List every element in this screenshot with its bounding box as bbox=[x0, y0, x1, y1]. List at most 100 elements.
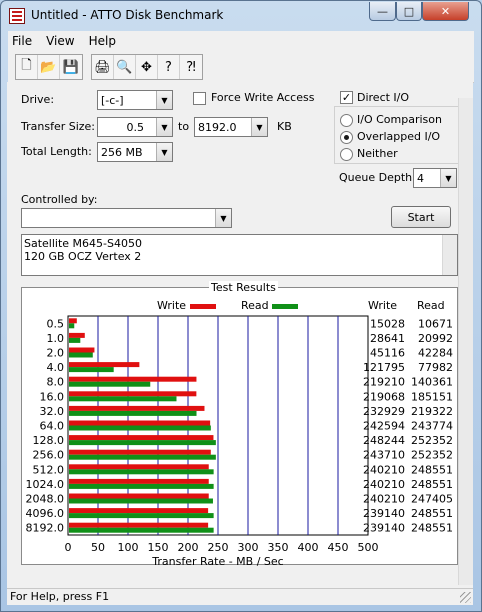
radio-overlapped-io[interactable] bbox=[340, 131, 353, 144]
write-value: 240210 bbox=[363, 493, 405, 506]
read-bar bbox=[69, 425, 211, 431]
print-preview-icon[interactable]: 🔍 bbox=[114, 55, 136, 79]
description-textarea[interactable]: Satellite M645-S4050 120 GB OCZ Vertex 2 bbox=[21, 234, 458, 276]
read-bar bbox=[69, 469, 214, 475]
x-tick-label: 300 bbox=[238, 541, 259, 554]
start-button[interactable]: Start bbox=[391, 206, 451, 228]
write-value: 219068 bbox=[363, 390, 405, 403]
description-line-1: Satellite M645-S4050 bbox=[24, 237, 142, 250]
drive-value: [-c-] bbox=[101, 93, 124, 107]
menu-file[interactable]: File bbox=[12, 34, 32, 48]
x-tick-label: 150 bbox=[148, 541, 169, 554]
atto-app-icon[interactable] bbox=[9, 8, 25, 24]
x-axis-title: Transfer Rate - MB / Sec bbox=[151, 555, 283, 566]
menu-bar: File View Help bbox=[8, 31, 474, 51]
total-length-label: Total Length: bbox=[21, 145, 92, 158]
read-value: 77982 bbox=[418, 361, 453, 374]
read-value: 243774 bbox=[411, 420, 453, 433]
new-file-icon[interactable]: 🗋 bbox=[16, 55, 38, 79]
read-value: 252352 bbox=[411, 449, 453, 462]
close-button[interactable]: ✕ bbox=[422, 2, 469, 21]
minimize-button[interactable]: — bbox=[369, 2, 396, 21]
window-title: Untitled - ATTO Disk Benchmark bbox=[31, 8, 224, 22]
menu-help[interactable]: Help bbox=[89, 34, 116, 48]
status-text: For Help, press F1 bbox=[10, 590, 110, 603]
write-bar bbox=[69, 318, 77, 324]
category-label: 2.0 bbox=[47, 347, 65, 360]
read-value: 248551 bbox=[411, 522, 453, 535]
chevron-down-icon[interactable]: ▼ bbox=[156, 143, 172, 161]
write-bar bbox=[69, 362, 140, 368]
drive-select[interactable]: [-c-] ▼ bbox=[97, 90, 173, 110]
save-icon[interactable]: 💾 bbox=[60, 55, 82, 79]
read-bar bbox=[69, 381, 151, 387]
x-tick-label: 0 bbox=[65, 541, 72, 554]
category-label: 4.0 bbox=[47, 361, 65, 374]
move-icon[interactable]: ✥ bbox=[136, 55, 158, 79]
print-icon[interactable]: 🖨 bbox=[92, 55, 114, 79]
write-bar bbox=[69, 478, 209, 484]
resize-grip[interactable] bbox=[460, 592, 471, 603]
context-help-icon[interactable]: ⁈ bbox=[180, 55, 202, 79]
write-value: 232929 bbox=[363, 405, 405, 418]
maximize-button[interactable]: □ bbox=[396, 2, 422, 21]
read-value: 252352 bbox=[411, 434, 453, 447]
read-bar bbox=[69, 483, 214, 489]
radio-neither[interactable] bbox=[340, 148, 353, 161]
chevron-down-icon[interactable]: ▼ bbox=[251, 118, 267, 136]
queue-depth-value: 4 bbox=[417, 171, 424, 185]
open-folder-icon[interactable]: 📂 bbox=[38, 55, 60, 79]
read-value: 185151 bbox=[411, 390, 453, 403]
transfer-to-value: 8192.0 bbox=[198, 120, 237, 134]
transfer-to-label: to bbox=[178, 120, 190, 133]
chevron-down-icon[interactable]: ▼ bbox=[156, 91, 172, 109]
x-tick-label: 50 bbox=[91, 541, 105, 554]
write-bar bbox=[69, 435, 214, 441]
transfer-size-from-select[interactable]: 0.5 ▼ bbox=[97, 117, 173, 137]
read-value: 248551 bbox=[411, 507, 453, 520]
controlled-by-label: Controlled by: bbox=[21, 193, 98, 206]
read-bar bbox=[69, 352, 93, 358]
chevron-down-icon[interactable]: ▼ bbox=[215, 209, 231, 227]
menu-view[interactable]: View bbox=[46, 34, 74, 48]
category-label: 128.0 bbox=[33, 434, 65, 447]
write-value: 15028 bbox=[370, 317, 405, 330]
toolbar-file-group: 🗋 📂 💾 bbox=[15, 54, 83, 80]
chevron-down-icon[interactable]: ▼ bbox=[440, 169, 456, 187]
read-bar bbox=[69, 367, 114, 373]
read-bar bbox=[69, 323, 75, 329]
drive-label: Drive: bbox=[21, 93, 55, 106]
read-value: 219322 bbox=[411, 405, 453, 418]
overlapped-io-label: Overlapped I/O bbox=[357, 130, 441, 143]
transfer-unit-label: KB bbox=[277, 120, 292, 133]
chevron-down-icon[interactable]: ▼ bbox=[156, 118, 172, 136]
write-bar bbox=[69, 522, 209, 528]
direct-io-label: Direct I/O bbox=[357, 91, 410, 104]
main-scrollbar[interactable] bbox=[458, 98, 473, 585]
force-write-checkbox[interactable] bbox=[193, 92, 206, 105]
x-tick-label: 100 bbox=[118, 541, 139, 554]
x-tick-label: 500 bbox=[358, 541, 379, 554]
read-value: 248551 bbox=[411, 463, 453, 476]
help-icon[interactable]: ? bbox=[158, 55, 180, 79]
total-length-value: 256 MB bbox=[101, 145, 143, 159]
radio-io-comparison[interactable] bbox=[340, 114, 353, 127]
write-bar bbox=[69, 464, 209, 470]
category-label: 1024.0 bbox=[26, 478, 65, 491]
category-label: 1.0 bbox=[47, 332, 65, 345]
read-bar bbox=[69, 396, 177, 402]
read-bar bbox=[69, 410, 197, 416]
direct-io-checkbox[interactable]: ✓ bbox=[340, 91, 353, 104]
read-value: 248551 bbox=[411, 478, 453, 491]
x-tick-label: 250 bbox=[208, 541, 229, 554]
total-length-select[interactable]: 256 MB ▼ bbox=[97, 142, 173, 162]
read-value: 10671 bbox=[418, 317, 453, 330]
write-value: 28641 bbox=[370, 332, 405, 345]
controlled-by-select[interactable]: ▼ bbox=[21, 208, 232, 228]
title-bar[interactable]: Untitled - ATTO Disk Benchmark — □ ✕ bbox=[1, 1, 481, 31]
description-scrollbar[interactable] bbox=[442, 235, 457, 275]
write-bar bbox=[69, 449, 211, 455]
write-bar bbox=[69, 376, 197, 382]
transfer-size-to-select[interactable]: 8192.0 ▼ bbox=[194, 117, 268, 137]
queue-depth-select[interactable]: 4 ▼ bbox=[413, 168, 457, 188]
